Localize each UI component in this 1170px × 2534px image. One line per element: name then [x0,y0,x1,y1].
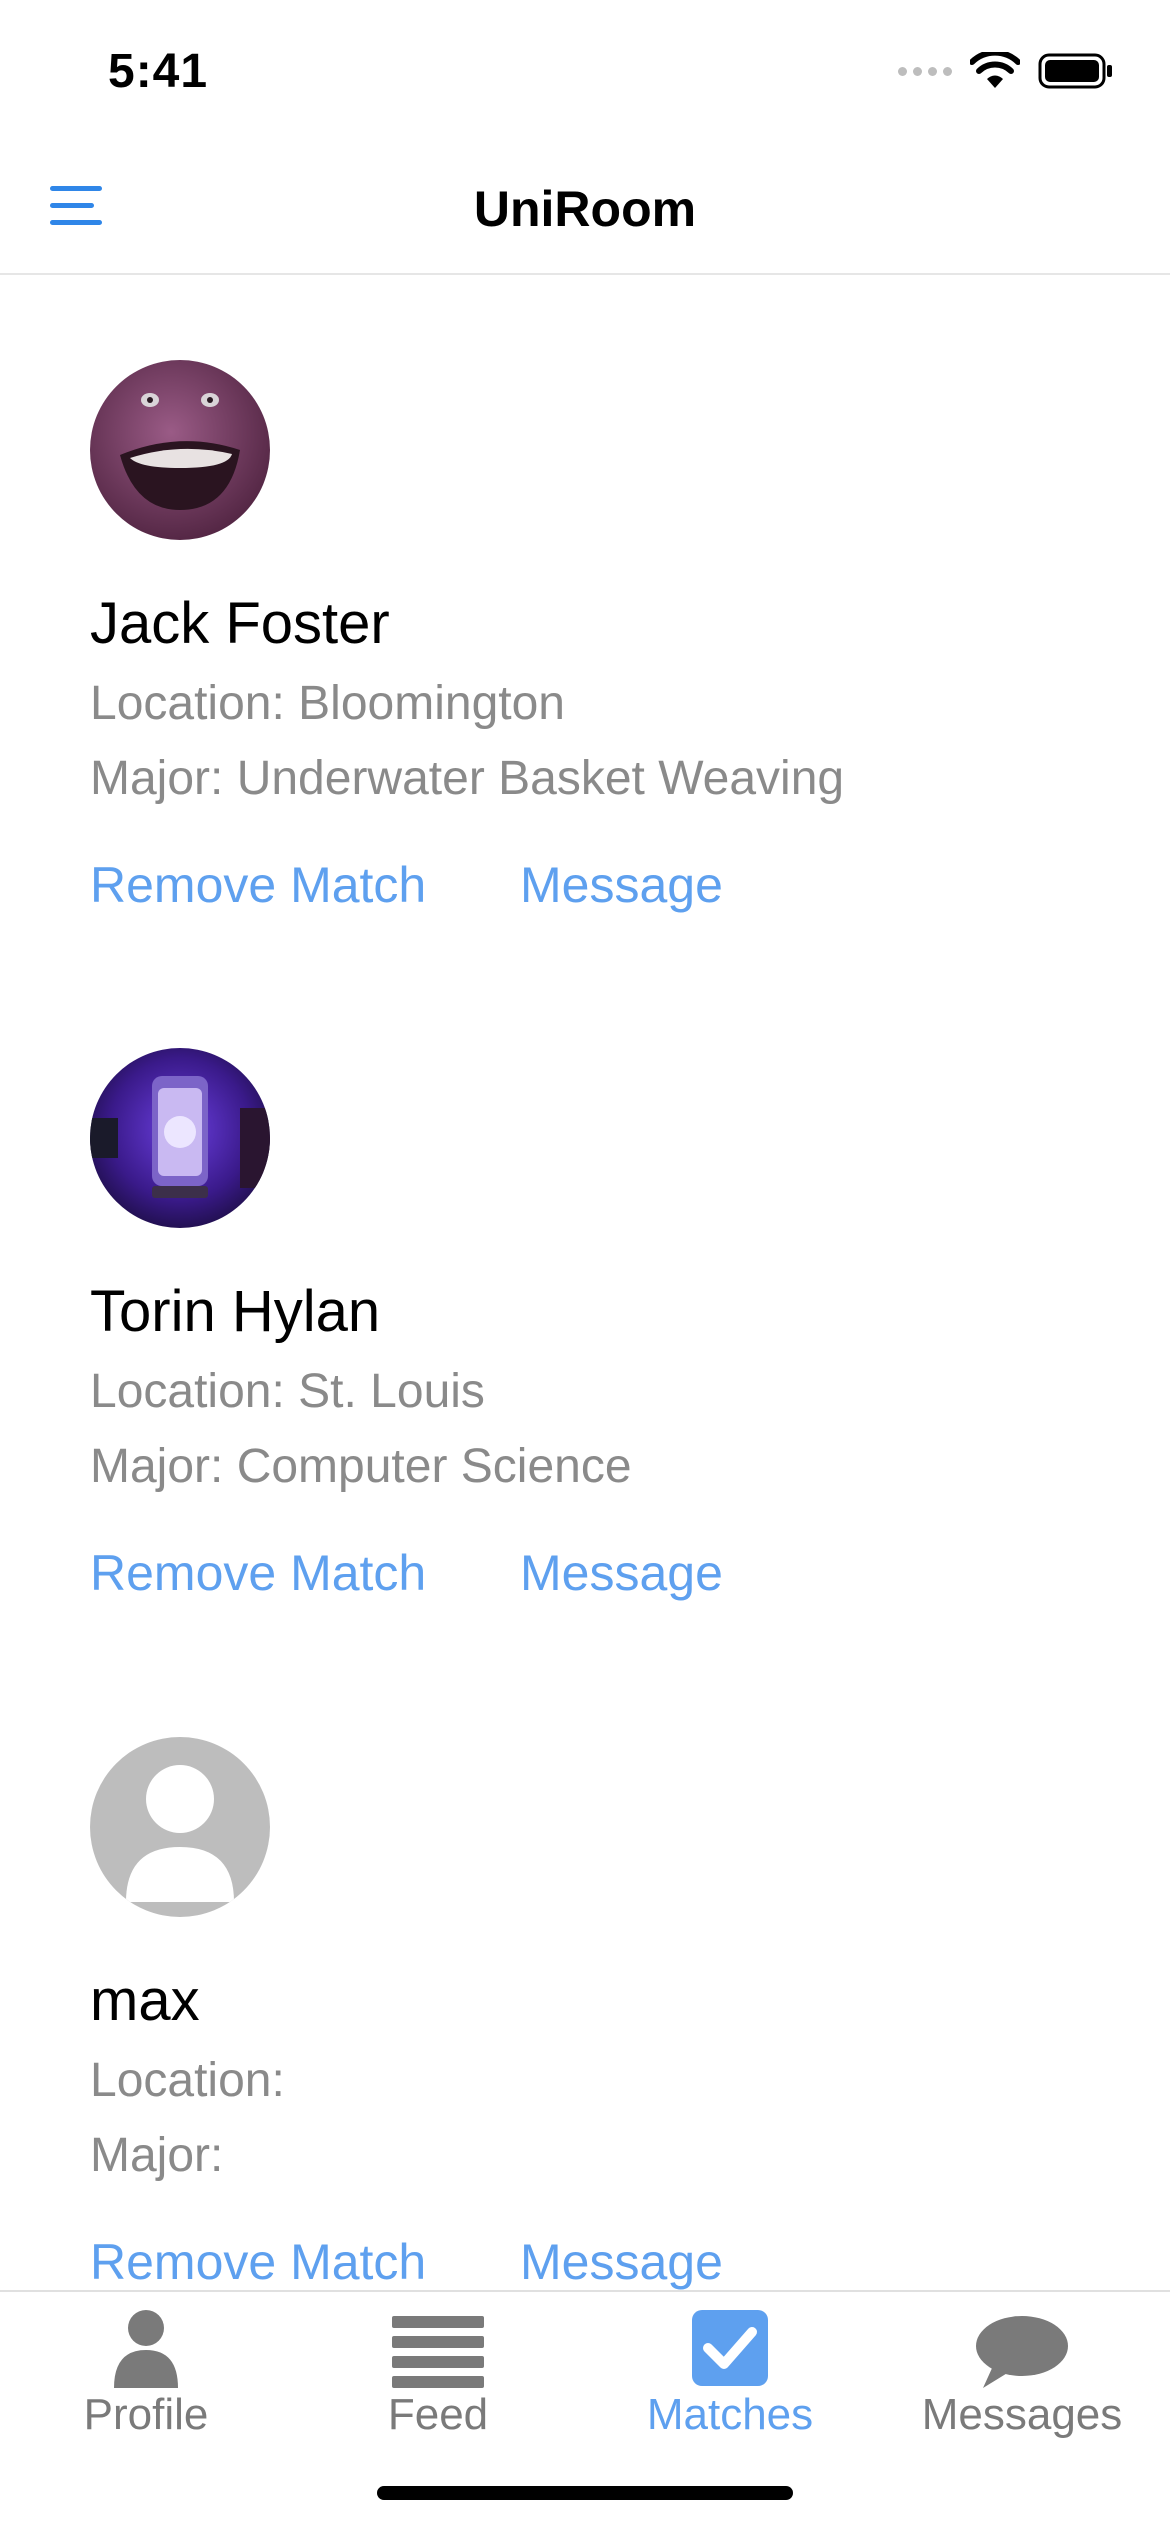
nav-bar: UniRoom [0,140,1170,275]
tab-label: Feed [387,2390,489,2439]
remove-match-button[interactable]: Remove Match [90,2233,426,2290]
tab-profile[interactable]: Profile [0,2302,292,2440]
match-card: Jack Foster Location: Bloomington Major:… [90,360,1090,913]
message-button[interactable]: Message [520,1544,723,1602]
lamp-photo [90,1048,270,1228]
match-name: Jack Foster [90,591,390,656]
match-major: Major: Underwater Basket Weaving [90,752,845,805]
match-location: Location: Bloomington [90,677,565,730]
remove-match-button[interactable]: Remove Match [90,1544,426,1602]
match-card: Torin Hylan Location: St. Louis Major: C… [90,1048,1090,1601]
matches-list[interactable]: Jack Foster Location: Bloomington Major:… [0,275,1170,2290]
cellular-signal-icon [898,66,952,76]
match-card: max Location: Major: Remove Match Messag… [90,1737,1090,2290]
list-icon [392,2316,484,2388]
avatar [90,1048,270,1228]
tab-label: Matches [646,2390,814,2439]
status-icons [898,52,1114,90]
remove-match-button[interactable]: Remove Match [90,856,426,914]
status-bar: 5:41 [0,0,1170,140]
match-actions: Remove Match Message [90,856,723,914]
tab-label: Messages [921,2390,1123,2439]
person-icon [114,2310,178,2388]
status-time: 5:41 [108,45,209,98]
match-major: Major: Computer Science [90,1440,632,1493]
match-name: max [90,1968,200,2033]
battery-icon [1038,53,1112,89]
tab-messages[interactable]: Messages [876,2302,1168,2440]
tab-matches[interactable]: Matches [584,2302,876,2440]
wifi-icon [970,52,1020,88]
match-name: Torin Hylan [90,1279,381,1344]
match-actions: Remove Match Message [90,1544,723,1602]
avatar [90,360,270,540]
app-title: UniRoom [473,181,697,237]
avatar [90,1737,270,1917]
checkbox-icon [692,2310,768,2386]
tab-feed[interactable]: Feed [292,2302,584,2440]
chat-bubble-icon [976,2316,1068,2388]
purple-dinosaur-photo [90,360,270,540]
match-major: Major: [90,2129,224,2182]
tab-label: Profile [83,2390,209,2439]
home-indicator[interactable] [377,2486,793,2500]
message-button[interactable]: Message [520,856,723,914]
match-actions: Remove Match Message [90,2233,723,2290]
default-person-icon [90,1737,270,1917]
message-button[interactable]: Message [520,2233,723,2290]
match-location: Location: St. Louis [90,1365,485,1418]
match-location: Location: [90,2054,285,2107]
